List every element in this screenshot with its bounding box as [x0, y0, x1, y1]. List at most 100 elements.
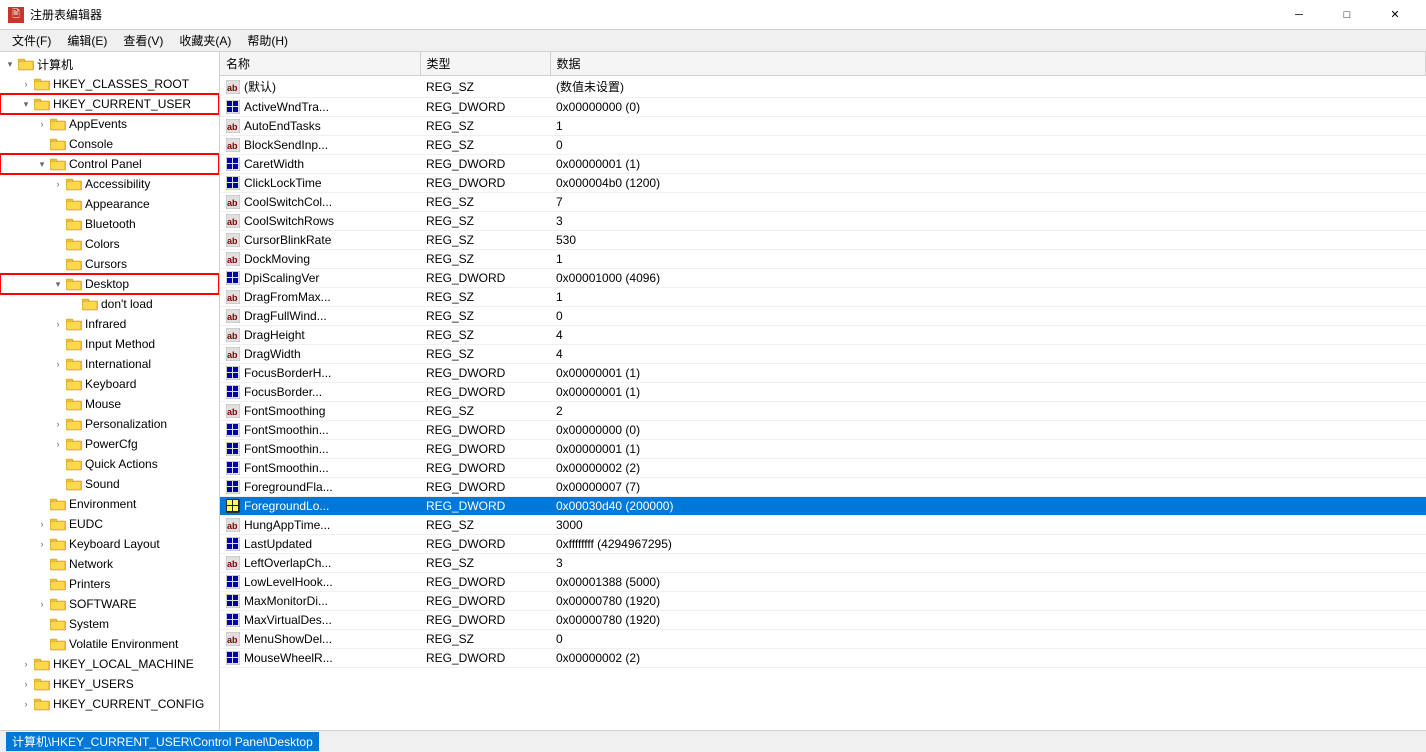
tree-item-desktop[interactable]: ▾ Desktop — [0, 274, 219, 294]
tree-item-appearance[interactable]: Appearance — [0, 194, 219, 214]
table-row[interactable]: FocusBorderH...REG_DWORD0x00000001 (1) — [220, 364, 1426, 383]
expand-icon-mouse[interactable] — [50, 396, 66, 412]
expand-icon-powercfg[interactable]: › — [50, 436, 66, 452]
expand-icon-hkey_users[interactable]: › — [18, 676, 34, 692]
expand-icon-eudc[interactable]: › — [34, 516, 50, 532]
menu-item-a[interactable]: 收藏夹(A) — [171, 30, 239, 51]
table-row[interactable]: ab CursorBlinkRateREG_SZ530 — [220, 231, 1426, 250]
tree-item-system[interactable]: System — [0, 614, 219, 634]
values-pane[interactable]: 名称 类型 数据 ab (默认)REG_SZ(数值未设置) ActiveWndT… — [220, 52, 1426, 730]
expand-icon-control_panel[interactable]: ▾ — [34, 156, 50, 172]
expand-icon-cursors[interactable] — [50, 256, 66, 272]
table-row[interactable]: ab CoolSwitchCol...REG_SZ7 — [220, 193, 1426, 212]
expand-icon-console[interactable] — [34, 136, 50, 152]
tree-pane[interactable]: ▾ 计算机› HKEY_CLASSES_ROOT▾ HKEY_CURRENT_U… — [0, 52, 220, 730]
table-row[interactable]: CaretWidthREG_DWORD0x00000001 (1) — [220, 155, 1426, 174]
expand-icon-accessibility[interactable]: › — [50, 176, 66, 192]
expand-icon-network[interactable] — [34, 556, 50, 572]
tree-item-hkey_users[interactable]: › HKEY_USERS — [0, 674, 219, 694]
table-row[interactable]: FontSmoothin...REG_DWORD0x00000000 (0) — [220, 421, 1426, 440]
expand-icon-appevents[interactable]: › — [34, 116, 50, 132]
expand-icon-hkey_current_user[interactable]: ▾ — [18, 96, 34, 112]
expand-icon-dontload[interactable] — [66, 296, 82, 312]
tree-item-dontload[interactable]: don't load — [0, 294, 219, 314]
tree-item-keyboard[interactable]: Keyboard — [0, 374, 219, 394]
tree-item-eudc[interactable]: › EUDC — [0, 514, 219, 534]
tree-item-hkey_current_user[interactable]: ▾ HKEY_CURRENT_USER — [0, 94, 219, 114]
col-name[interactable]: 名称 — [220, 52, 420, 76]
table-row[interactable]: ab AutoEndTasksREG_SZ1 — [220, 117, 1426, 136]
tree-item-international[interactable]: › International — [0, 354, 219, 374]
table-row[interactable]: MouseWheelR...REG_DWORD0x00000002 (2) — [220, 649, 1426, 668]
table-row[interactable]: ab FontSmoothingREG_SZ2 — [220, 402, 1426, 421]
tree-item-sound[interactable]: Sound — [0, 474, 219, 494]
expand-icon-inputmethod[interactable] — [50, 336, 66, 352]
menu-item-f[interactable]: 文件(F) — [4, 30, 59, 51]
tree-item-computer[interactable]: ▾ 计算机 — [0, 54, 219, 74]
col-data[interactable]: 数据 — [550, 52, 1426, 76]
tree-item-keyboard_layout[interactable]: › Keyboard Layout — [0, 534, 219, 554]
table-row[interactable]: ab HungAppTime...REG_SZ3000 — [220, 516, 1426, 535]
expand-icon-hkey_classes_root[interactable]: › — [18, 76, 34, 92]
tree-item-software[interactable]: › SOFTWARE — [0, 594, 219, 614]
tree-item-control_panel[interactable]: ▾ Control Panel — [0, 154, 219, 174]
table-row[interactable]: LowLevelHook...REG_DWORD0x00001388 (5000… — [220, 573, 1426, 592]
expand-icon-sound[interactable] — [50, 476, 66, 492]
tree-item-mouse[interactable]: Mouse — [0, 394, 219, 414]
maximize-button[interactable]: □ — [1324, 0, 1370, 30]
table-row[interactable]: LastUpdatedREG_DWORD0xffffffff (42949672… — [220, 535, 1426, 554]
expand-icon-infrared[interactable]: › — [50, 316, 66, 332]
expand-icon-personalization[interactable]: › — [50, 416, 66, 432]
tree-item-quickactions[interactable]: Quick Actions — [0, 454, 219, 474]
expand-icon-international[interactable]: › — [50, 356, 66, 372]
tree-item-infrared[interactable]: › Infrared — [0, 314, 219, 334]
minimize-button[interactable]: ─ — [1276, 0, 1322, 30]
tree-item-printers[interactable]: Printers — [0, 574, 219, 594]
table-row[interactable]: ab CoolSwitchRowsREG_SZ3 — [220, 212, 1426, 231]
table-row[interactable]: ActiveWndTra...REG_DWORD0x00000000 (0) — [220, 98, 1426, 117]
expand-icon-desktop[interactable]: ▾ — [50, 276, 66, 292]
table-row[interactable]: DpiScalingVerREG_DWORD0x00001000 (4096) — [220, 269, 1426, 288]
tree-item-environment[interactable]: Environment — [0, 494, 219, 514]
expand-icon-keyboard_layout[interactable]: › — [34, 536, 50, 552]
tree-item-appevents[interactable]: › AppEvents — [0, 114, 219, 134]
menu-item-v[interactable]: 查看(V) — [115, 30, 171, 51]
tree-item-personalization[interactable]: › Personalization — [0, 414, 219, 434]
table-row[interactable]: FontSmoothin...REG_DWORD0x00000002 (2) — [220, 459, 1426, 478]
table-row[interactable]: ab (默认)REG_SZ(数值未设置) — [220, 76, 1426, 98]
table-row[interactable]: ForegroundFla...REG_DWORD0x00000007 (7) — [220, 478, 1426, 497]
tree-item-hkey_current_config[interactable]: › HKEY_CURRENT_CONFIG — [0, 694, 219, 714]
expand-icon-appearance[interactable] — [50, 196, 66, 212]
table-row[interactable]: ab DragWidthREG_SZ4 — [220, 345, 1426, 364]
tree-item-colors[interactable]: Colors — [0, 234, 219, 254]
table-row[interactable]: ab DockMovingREG_SZ1 — [220, 250, 1426, 269]
table-row[interactable]: FocusBorder...REG_DWORD0x00000001 (1) — [220, 383, 1426, 402]
expand-icon-hkey_local_machine[interactable]: › — [18, 656, 34, 672]
expand-icon-quickactions[interactable] — [50, 456, 66, 472]
tree-item-hkey_local_machine[interactable]: › HKEY_LOCAL_MACHINE — [0, 654, 219, 674]
tree-item-cursors[interactable]: Cursors — [0, 254, 219, 274]
table-row[interactable]: FontSmoothin...REG_DWORD0x00000001 (1) — [220, 440, 1426, 459]
table-row[interactable]: ab DragFromMax...REG_SZ1 — [220, 288, 1426, 307]
expand-icon-environment[interactable] — [34, 496, 50, 512]
expand-icon-system[interactable] — [34, 616, 50, 632]
col-type[interactable]: 类型 — [420, 52, 550, 76]
table-row[interactable]: ab BlockSendInp...REG_SZ0 — [220, 136, 1426, 155]
expand-icon-software[interactable]: › — [34, 596, 50, 612]
expand-icon-keyboard[interactable] — [50, 376, 66, 392]
table-row[interactable]: MaxMonitorDi...REG_DWORD0x00000780 (1920… — [220, 592, 1426, 611]
menu-item-e[interactable]: 编辑(E) — [59, 30, 115, 51]
menu-item-h[interactable]: 帮助(H) — [239, 30, 296, 51]
table-row[interactable]: ab LeftOverlapCh...REG_SZ3 — [220, 554, 1426, 573]
tree-item-powercfg[interactable]: › PowerCfg — [0, 434, 219, 454]
tree-item-inputmethod[interactable]: Input Method — [0, 334, 219, 354]
tree-item-console[interactable]: Console — [0, 134, 219, 154]
expand-icon-bluetooth[interactable] — [50, 216, 66, 232]
tree-item-network[interactable]: Network — [0, 554, 219, 574]
table-row[interactable]: ab DragFullWind...REG_SZ0 — [220, 307, 1426, 326]
expand-icon-hkey_current_config[interactable]: › — [18, 696, 34, 712]
close-button[interactable]: ✕ — [1372, 0, 1418, 30]
table-row[interactable]: ClickLockTimeREG_DWORD0x000004b0 (1200) — [220, 174, 1426, 193]
expand-icon-colors[interactable] — [50, 236, 66, 252]
tree-item-accessibility[interactable]: › Accessibility — [0, 174, 219, 194]
